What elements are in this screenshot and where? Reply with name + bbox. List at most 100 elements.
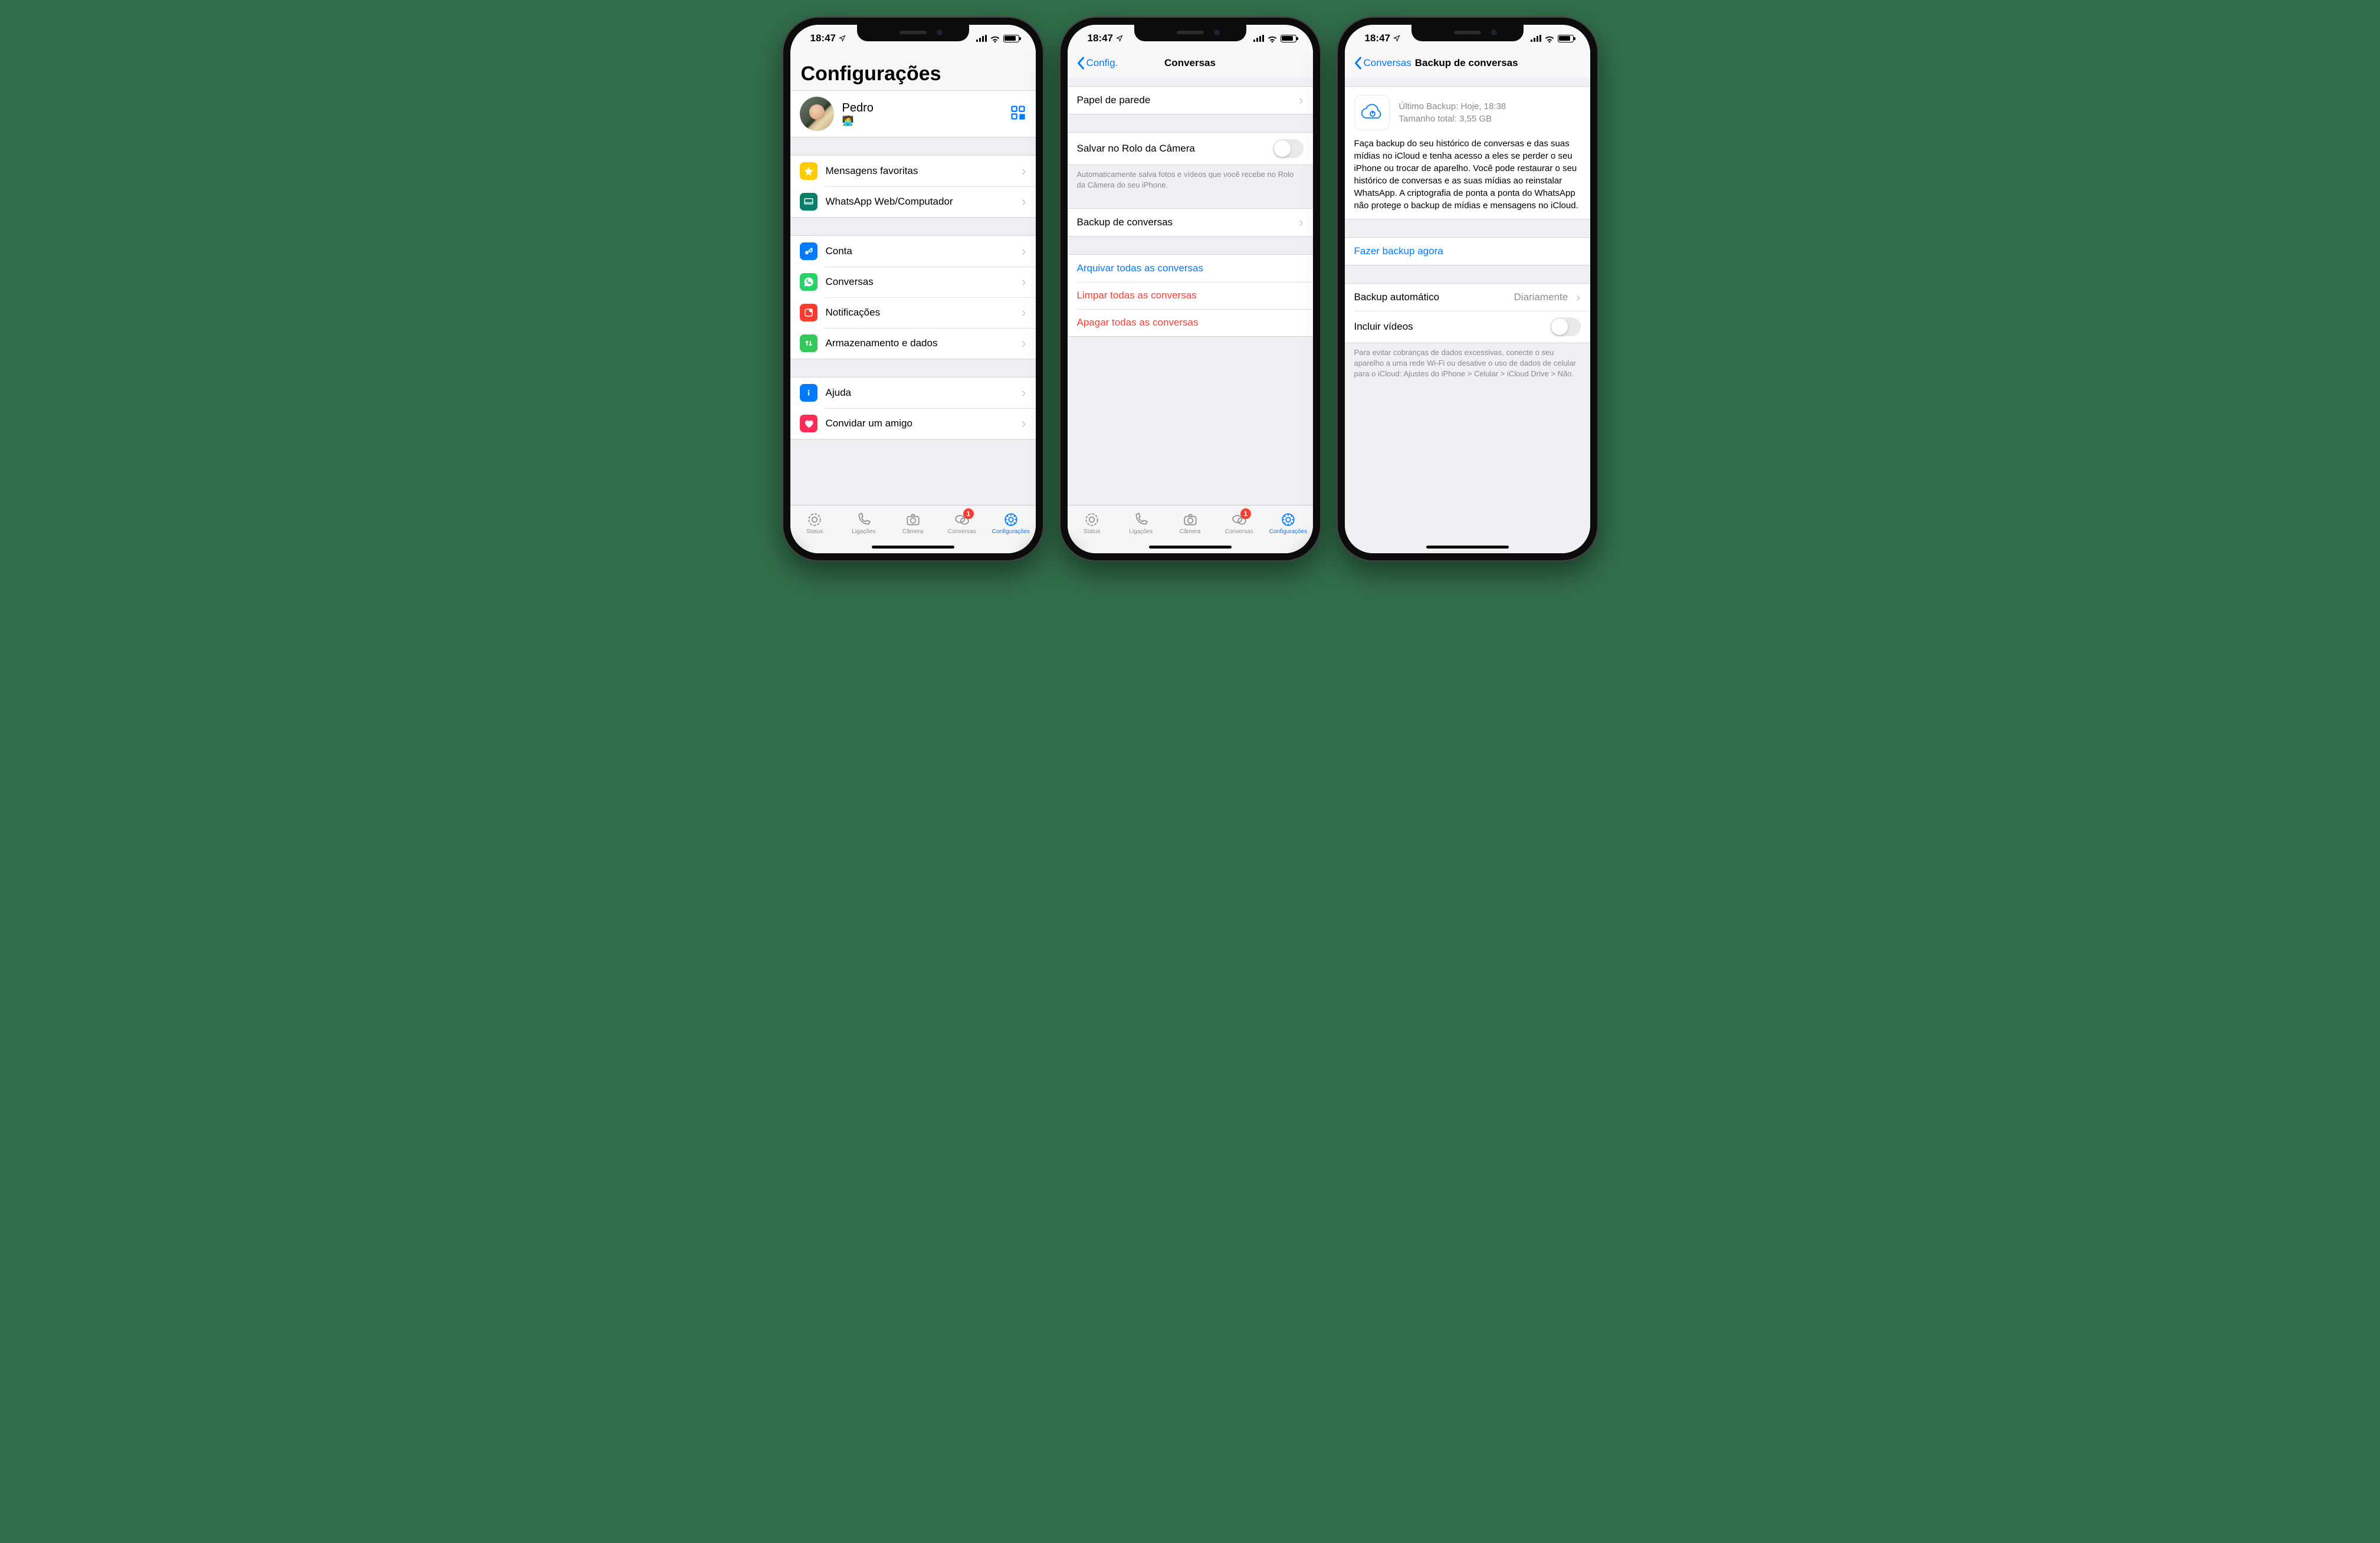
location-icon	[1393, 35, 1400, 42]
tab-label: Câmera	[902, 528, 924, 535]
info-icon	[800, 384, 818, 402]
wifi-icon	[1267, 35, 1278, 42]
chevron-right-icon: ›	[1022, 337, 1026, 350]
delete-all-row[interactable]: Apagar todas as conversas	[1068, 309, 1313, 336]
save-camera-roll-row: Salvar no Rolo da Câmera	[1068, 133, 1313, 165]
include-videos-row: Incluir vídeos	[1345, 311, 1590, 343]
qr-code-button[interactable]	[1010, 104, 1026, 124]
tab-label: Ligações	[1129, 528, 1153, 535]
tab-settings[interactable]: Configurações	[986, 505, 1035, 541]
status-time: 18:47	[810, 32, 836, 44]
chevron-right-icon: ›	[1022, 306, 1026, 319]
star-icon	[800, 162, 818, 180]
nav-header: Conversas Backup de conversas	[1345, 52, 1590, 78]
location-icon	[1116, 35, 1123, 42]
home-indicator[interactable]	[1426, 546, 1509, 549]
starred-messages-row[interactable]: Mensagens favoritas ›	[790, 156, 1036, 186]
whatsapp-web-row[interactable]: WhatsApp Web/Computador ›	[790, 186, 1036, 217]
nav-title: Backup de conversas	[1415, 57, 1518, 69]
account-row[interactable]: Conta ›	[790, 236, 1036, 267]
notification-icon	[800, 304, 818, 321]
row-label: Fazer backup agora	[1354, 245, 1581, 257]
tab-status[interactable]: Status	[790, 505, 839, 541]
chats-settings-content[interactable]: Papel de parede › Salvar no Rolo da Câme…	[1068, 78, 1313, 505]
row-label: Backup de conversas	[1077, 216, 1291, 228]
tab-calls[interactable]: Ligações	[1117, 505, 1166, 541]
battery-icon	[1558, 35, 1574, 42]
backup-content[interactable]: Último Backup: Hoje, 18:38 Tamanho total…	[1345, 78, 1590, 553]
desktop-icon	[800, 193, 818, 211]
chats-row[interactable]: Conversas ›	[790, 267, 1036, 297]
tab-chats[interactable]: 1 Conversas	[937, 505, 986, 541]
tab-calls[interactable]: Ligações	[839, 505, 888, 541]
cellular-icon	[1531, 35, 1541, 42]
phone-notch	[857, 24, 969, 41]
chevron-right-icon: ›	[1022, 386, 1026, 399]
row-label: Arquivar todas as conversas	[1077, 262, 1304, 274]
phone-notch	[1411, 24, 1524, 41]
chevron-right-icon: ›	[1022, 275, 1026, 288]
chevron-right-icon: ›	[1576, 291, 1580, 304]
profile-row[interactable]: Pedro 🧑‍💻	[790, 90, 1036, 137]
chevron-right-icon: ›	[1022, 165, 1026, 178]
profile-status: 🧑‍💻	[842, 115, 1002, 127]
row-label: Apagar todas as conversas	[1077, 317, 1304, 329]
wifi-icon	[990, 35, 1000, 42]
heart-icon	[800, 415, 818, 432]
phone-chat-backup: 18:47 Conversas Backup de conversas	[1338, 18, 1597, 560]
wallpaper-row[interactable]: Papel de parede ›	[1068, 87, 1313, 114]
row-label: Limpar todas as conversas	[1077, 290, 1304, 301]
notifications-row[interactable]: Notificações ›	[790, 297, 1036, 328]
settings-content[interactable]: Pedro 🧑‍💻 Mensagens favoritas ›	[790, 90, 1036, 505]
tab-label: Status	[1084, 528, 1100, 535]
row-label: Backup automático	[1354, 291, 1506, 303]
row-label: Notificações	[826, 307, 1014, 319]
row-label: Mensagens favoritas	[826, 165, 1014, 177]
backup-description: Faça backup do seu histórico de conversa…	[1354, 137, 1581, 212]
home-indicator[interactable]	[872, 546, 954, 549]
battery-icon	[1003, 35, 1019, 42]
home-indicator[interactable]	[1149, 546, 1232, 549]
icloud-icon	[1354, 95, 1390, 130]
tab-camera[interactable]: Câmera	[1166, 505, 1214, 541]
save-camera-roll-toggle[interactable]	[1273, 139, 1304, 158]
avatar	[800, 97, 834, 131]
clear-all-row[interactable]: Limpar todas as conversas	[1068, 282, 1313, 309]
invite-row[interactable]: Convidar um amigo ›	[790, 408, 1036, 439]
status-time: 18:47	[1365, 32, 1390, 44]
row-label: Ajuda	[826, 387, 1014, 399]
save-roll-note: Automaticamente salva fotos e vídeos que…	[1068, 165, 1313, 191]
row-label: Conversas	[826, 276, 1014, 288]
battery-icon	[1281, 35, 1296, 42]
row-label: Papel de parede	[1077, 94, 1291, 106]
status-time: 18:47	[1088, 32, 1113, 44]
tab-status[interactable]: Status	[1068, 505, 1117, 541]
location-icon	[839, 35, 846, 42]
chevron-right-icon: ›	[1299, 216, 1303, 229]
chat-backup-row[interactable]: Backup de conversas ›	[1068, 209, 1313, 236]
row-label: WhatsApp Web/Computador	[826, 196, 1014, 208]
include-videos-toggle[interactable]	[1550, 317, 1581, 336]
last-backup-label: Último Backup: Hoje, 18:38	[1399, 100, 1506, 113]
help-row[interactable]: Ajuda ›	[790, 377, 1036, 408]
storage-row[interactable]: Armazenamento e dados ›	[790, 328, 1036, 359]
row-label: Convidar um amigo	[826, 418, 1014, 429]
cellular-icon	[976, 35, 987, 42]
tab-label: Configurações	[992, 528, 1030, 535]
back-button[interactable]: Conversas	[1354, 57, 1411, 70]
tab-label: Câmera	[1180, 528, 1201, 535]
chevron-right-icon: ›	[1022, 417, 1026, 430]
chevron-right-icon: ›	[1022, 195, 1026, 208]
nav-header: Config. Conversas	[1068, 52, 1313, 78]
archive-all-row[interactable]: Arquivar todas as conversas	[1068, 255, 1313, 282]
row-label: Conta	[826, 245, 1014, 257]
auto-backup-row[interactable]: Backup automático Diariamente ›	[1345, 284, 1590, 311]
tab-camera[interactable]: Câmera	[888, 505, 937, 541]
tab-chats[interactable]: 1 Conversas	[1214, 505, 1263, 541]
tab-label: Conversas	[1225, 528, 1253, 535]
back-button[interactable]: Config.	[1077, 57, 1118, 70]
backup-footer-note: Para evitar cobranças de dados excessiva…	[1345, 343, 1590, 380]
backup-now-row[interactable]: Fazer backup agora	[1345, 238, 1590, 265]
tab-settings[interactable]: Configurações	[1263, 505, 1312, 541]
chevron-right-icon: ›	[1022, 245, 1026, 258]
